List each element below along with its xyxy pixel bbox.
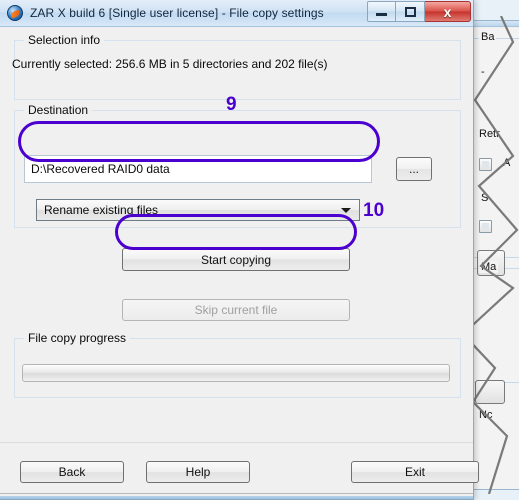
background-groupbox-2 (472, 268, 519, 383)
background-window-titlebar (467, 21, 519, 27)
app-disc-icon (7, 5, 23, 21)
back-button[interactable]: Back (20, 461, 124, 483)
screenshot-root: Ba - Retr A S Ma Nc ZAR X build 6 [Singl… (0, 0, 519, 500)
browse-button[interactable]: ... (396, 157, 432, 181)
exit-button[interactable]: Exit (351, 461, 479, 483)
background-label-retry: Retr (477, 128, 502, 140)
selection-info-text: Currently selected: 256.6 MB in 5 direct… (12, 57, 328, 71)
window-title: ZAR X build 6 [Single user license] - Fi… (30, 6, 324, 20)
collision-mode-combobox[interactable]: Rename existing files (36, 199, 360, 221)
file-copy-progress-legend: File copy progress (24, 331, 131, 345)
maximize-button[interactable] (396, 1, 425, 22)
selection-info-legend: Selection info (24, 33, 105, 47)
background-label-s: S (479, 192, 491, 204)
destination-legend: Destination (24, 103, 93, 117)
background-label-a: A (501, 157, 513, 169)
titlebar[interactable]: ZAR X build 6 [Single user license] - Fi… (0, 0, 473, 27)
annotation-step-10: 10 (363, 200, 385, 221)
annotation-step-9: 9 (226, 94, 237, 115)
file-copy-settings-window: ZAR X build 6 [Single user license] - Fi… (0, 0, 479, 500)
skip-current-file-button[interactable]: Skip current file (122, 299, 350, 321)
minimize-icon (376, 13, 387, 16)
close-button[interactable]: x (425, 1, 471, 22)
background-label-nc: Nc (477, 409, 495, 421)
window-bottom-strip (0, 496, 473, 499)
file-copy-progress-bar (22, 364, 450, 382)
destination-path-input[interactable] (24, 155, 372, 183)
background-checkbox-1[interactable] (479, 158, 492, 171)
start-copying-button[interactable]: Start copying (122, 248, 350, 271)
background-window-body: Ba - Retr A S Ma Nc (467, 28, 519, 489)
chevron-down-icon (341, 208, 351, 213)
minimize-button[interactable] (367, 1, 396, 22)
collision-mode-value: Rename existing files (44, 203, 159, 217)
background-label-ma: Ma (479, 261, 499, 273)
maximize-icon (404, 6, 416, 17)
close-icon: x (443, 3, 452, 20)
background-checkbox-2[interactable] (479, 220, 492, 233)
window-controls: x (367, 1, 471, 22)
background-label-dash: - (479, 66, 487, 78)
background-label-ba: Ba (479, 31, 497, 43)
help-button[interactable]: Help (146, 461, 250, 483)
footer-separator (0, 442, 473, 443)
background-button-2[interactable] (475, 380, 505, 404)
